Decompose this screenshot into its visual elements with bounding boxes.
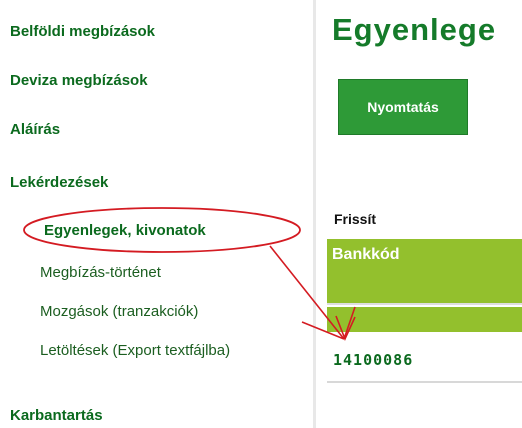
main-content: Egyenlege Nyomtatás Frissít Bankkód 1410… (318, 0, 522, 428)
balances-table: Bankkód 14100086 (327, 239, 522, 428)
sidebar-subitem-transactions[interactable]: Mozgások (tranzakciók) (40, 302, 198, 322)
sidebar: Belföldi megbízások Deviza megbízások Al… (0, 0, 312, 428)
sidebar-subitem-order-history[interactable]: Megbízás-történet (40, 263, 161, 283)
print-button[interactable]: Nyomtatás (338, 79, 468, 135)
sidebar-item-foreign-currency-orders[interactable]: Deviza megbízások (10, 72, 148, 90)
sidebar-item-domestic-orders[interactable]: Belföldi megbízások (10, 23, 155, 41)
sidebar-subitem-balances-statements[interactable]: Egyenlegek, kivonatok (44, 221, 206, 241)
table-header-separator (327, 303, 522, 305)
sidebar-subitem-downloads-export[interactable]: Letöltések (Export textfájlba) (40, 341, 260, 361)
bank-code-column-header: Bankkód (332, 246, 400, 263)
page-title: Egyenlege (332, 12, 497, 47)
sidebar-item-maintenance[interactable]: Karbantartás (10, 407, 103, 425)
table-subheader-band (327, 307, 522, 332)
page: Belföldi megbízások Deviza megbízások Al… (0, 0, 522, 428)
table-row[interactable]: 14100086 (327, 335, 522, 383)
bank-code-cell: 14100086 (333, 351, 414, 369)
sidebar-item-queries[interactable]: Lekérdezések (10, 174, 108, 192)
sidebar-item-signature[interactable]: Aláírás (10, 121, 60, 139)
table-header: Bankkód (327, 239, 522, 304)
content-divider (313, 0, 316, 428)
refresh-link[interactable]: Frissít (334, 211, 376, 227)
